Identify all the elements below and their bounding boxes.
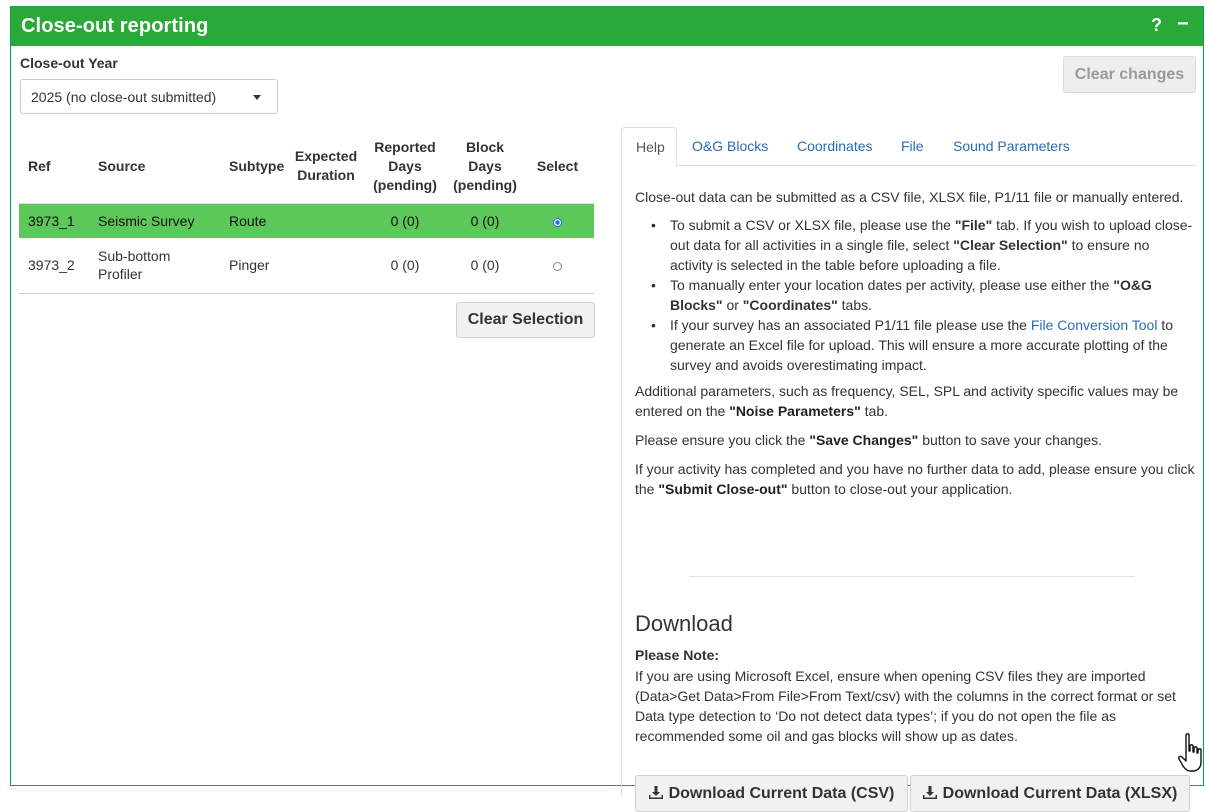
panel-header: Close-out reporting ? − bbox=[11, 6, 1203, 46]
col-header-select[interactable]: Select bbox=[521, 130, 594, 204]
clear-changes-button[interactable]: Clear changes bbox=[1063, 56, 1196, 93]
close-out-panel: Close-out reporting ? − Close-out Year 2… bbox=[10, 6, 1204, 812]
tab-og-blocks[interactable]: O&G Blocks bbox=[678, 127, 782, 167]
cell-ref: 3973_1 bbox=[19, 203, 89, 238]
help-intro: Close-out data can be submitted as a CSV… bbox=[635, 189, 1184, 205]
help-paragraph-submit: If your activity has completed and you h… bbox=[635, 461, 1195, 497]
list-item: To manually enter your location dates pe… bbox=[635, 275, 1195, 315]
select-radio[interactable] bbox=[553, 217, 562, 227]
caret-down-icon bbox=[253, 95, 261, 100]
close-out-year-select[interactable]: 2025 (no close-out submitted) bbox=[20, 79, 278, 114]
tab-help[interactable]: Help bbox=[621, 127, 677, 167]
download-csv-button[interactable]: Download Current Data (CSV) bbox=[635, 775, 908, 812]
help-paragraph-noise: Additional parameters, such as frequency… bbox=[635, 383, 1179, 419]
cell-block-days: 0 (0) bbox=[449, 203, 521, 238]
details-pane: Help O&G Blocks Coordinates File Sound P… bbox=[621, 127, 1196, 812]
cell-ref: 3973_2 bbox=[19, 238, 89, 294]
close-out-year-label: Close-out Year bbox=[20, 55, 118, 71]
tab-bar: Help O&G Blocks Coordinates File Sound P… bbox=[621, 127, 1196, 167]
select-radio[interactable] bbox=[553, 262, 562, 272]
hand-pointer-cursor-icon bbox=[1178, 733, 1206, 776]
divider bbox=[689, 576, 1135, 577]
cell-select bbox=[521, 238, 594, 294]
download-csv-label: Download Current Data (CSV) bbox=[668, 785, 895, 802]
col-header-expected-duration[interactable]: Expected Duration bbox=[291, 130, 361, 204]
tab-file[interactable]: File bbox=[887, 127, 938, 167]
download-xlsx-label: Download Current Data (XLSX) bbox=[942, 785, 1178, 802]
please-note-text: If you are using Microsoft Excel, ensure… bbox=[635, 668, 1176, 744]
list-item: To submit a CSV or XLSX file, please use… bbox=[635, 215, 1195, 275]
help-tab-content: Close-out data can be submitted as a CSV… bbox=[621, 166, 1196, 812]
activity-table: Ref Source Subtype Expected Duration Rep… bbox=[19, 130, 594, 294]
cell-source: Seismic Survey bbox=[89, 203, 220, 238]
clear-selection-button[interactable]: Clear Selection bbox=[456, 302, 595, 338]
help-paragraph-save: Please ensure you click the "Save Change… bbox=[635, 432, 1103, 448]
cell-select bbox=[521, 203, 594, 238]
cell-reported-days: 0 (0) bbox=[361, 203, 449, 238]
list-item: If your survey has an associated P1/11 f… bbox=[635, 315, 1195, 375]
download-xlsx-button[interactable]: Download Current Data (XLSX) bbox=[910, 775, 1190, 812]
cell-source: Sub-bottom Profiler bbox=[89, 238, 220, 294]
please-note-label: Please Note: bbox=[635, 647, 720, 663]
help-button[interactable]: ? bbox=[1151, 15, 1162, 36]
cell-expected-duration bbox=[291, 203, 361, 238]
file-conversion-tool-link[interactable]: File Conversion Tool bbox=[1031, 317, 1158, 333]
col-header-block-days[interactable]: Block Days (pending) bbox=[449, 130, 521, 204]
download-heading: Download bbox=[635, 611, 733, 636]
col-header-ref[interactable]: Ref bbox=[19, 130, 89, 204]
cell-block-days: 0 (0) bbox=[449, 238, 521, 294]
col-header-source[interactable]: Source bbox=[89, 130, 220, 204]
cell-subtype: Route bbox=[220, 203, 291, 238]
close-out-year-value: 2025 (no close-out submitted) bbox=[31, 89, 217, 105]
download-icon bbox=[648, 786, 663, 799]
download-icon bbox=[922, 786, 937, 799]
panel-title: Close-out reporting bbox=[21, 15, 209, 37]
tab-sound-parameters[interactable]: Sound Parameters bbox=[939, 127, 1084, 167]
cell-expected-duration bbox=[291, 238, 361, 294]
cell-reported-days: 0 (0) bbox=[361, 238, 449, 294]
col-header-subtype[interactable]: Subtype bbox=[220, 130, 291, 204]
tab-coordinates[interactable]: Coordinates bbox=[783, 127, 887, 167]
cell-subtype: Pinger bbox=[220, 238, 291, 294]
minimize-button[interactable]: − bbox=[1177, 13, 1189, 36]
table-row[interactable]: 3973_2 Sub-bottom Profiler Pinger 0 (0) … bbox=[19, 238, 594, 294]
help-bullet-list: To submit a CSV or XLSX file, please use… bbox=[635, 215, 1195, 375]
col-header-reported-days[interactable]: Reported Days (pending) bbox=[361, 130, 449, 204]
table-row[interactable]: 3973_1 Seismic Survey Route 0 (0) 0 (0) bbox=[19, 203, 594, 238]
